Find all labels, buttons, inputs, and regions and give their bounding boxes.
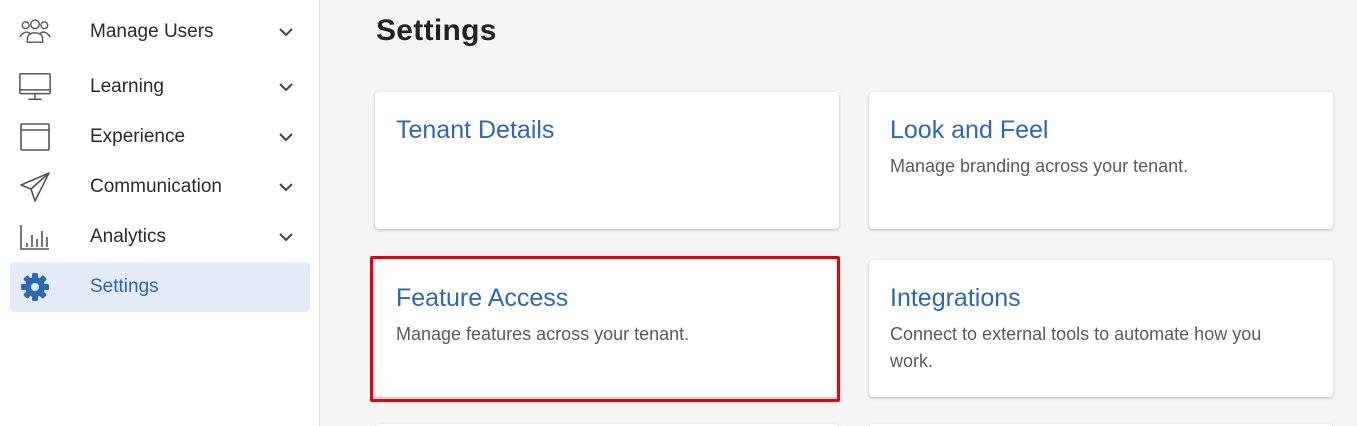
monitor-icon bbox=[18, 70, 52, 104]
card-title[interactable]: Feature Access bbox=[396, 284, 568, 313]
bar-chart-icon bbox=[18, 220, 52, 254]
sidebar: Manage Users Learning Experience Communi… bbox=[0, 0, 320, 426]
card-title[interactable]: Integrations bbox=[890, 284, 1021, 313]
chevron-down-icon[interactable] bbox=[276, 127, 296, 147]
sidebar-item-learning[interactable]: Learning bbox=[10, 62, 310, 112]
card-description: Manage features across your tenant. bbox=[396, 324, 690, 344]
browser-window-icon bbox=[18, 120, 52, 154]
card-description: Connect to external tools to automate ho… bbox=[890, 324, 1262, 371]
main-content: Settings Tenant Details Look and Feel Ma… bbox=[321, 0, 1357, 426]
gear-icon bbox=[18, 270, 52, 304]
sidebar-item-label: Manage Users bbox=[90, 21, 214, 42]
card-integrations[interactable]: Integrations Connect to external tools t… bbox=[869, 260, 1333, 397]
sidebar-item-analytics[interactable]: Analytics bbox=[10, 212, 310, 262]
sidebar-item-settings[interactable]: Settings bbox=[10, 262, 310, 312]
sidebar-item-label: Experience bbox=[90, 126, 186, 147]
page-title: Settings bbox=[376, 14, 497, 47]
sidebar-item-label: Communication bbox=[90, 176, 222, 197]
sidebar-item-label: Analytics bbox=[90, 226, 167, 247]
card-look-and-feel[interactable]: Look and Feel Manage branding across you… bbox=[869, 92, 1333, 229]
users-icon bbox=[18, 15, 52, 49]
sidebar-item-label: Settings bbox=[90, 276, 159, 297]
chevron-down-icon[interactable] bbox=[276, 77, 296, 97]
paper-plane-icon bbox=[18, 170, 52, 204]
chevron-down-icon[interactable] bbox=[276, 177, 296, 197]
chevron-down-icon[interactable] bbox=[276, 227, 296, 247]
card-description: Manage branding across your tenant. bbox=[890, 156, 1189, 176]
card-title[interactable]: Look and Feel bbox=[890, 116, 1048, 145]
sidebar-item-communication[interactable]: Communication bbox=[10, 162, 310, 212]
sidebar-item-experience[interactable]: Experience bbox=[10, 112, 310, 162]
chevron-down-icon[interactable] bbox=[276, 22, 296, 42]
sidebar-item-label: Learning bbox=[90, 76, 164, 97]
card-title[interactable]: Tenant Details bbox=[396, 116, 554, 145]
card-tenant-details[interactable]: Tenant Details bbox=[375, 92, 839, 229]
sidebar-item-manage-users[interactable]: Manage Users bbox=[10, 7, 310, 57]
card-feature-access[interactable]: Feature Access Manage features across yo… bbox=[375, 260, 839, 397]
